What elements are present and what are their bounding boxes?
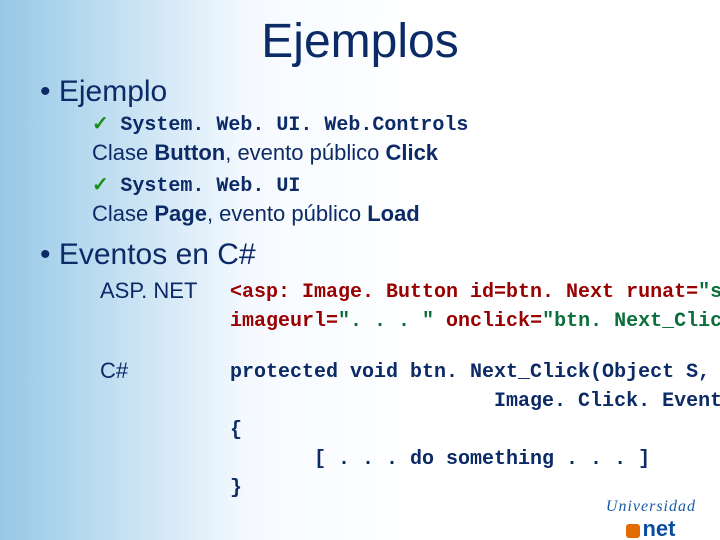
- logo-dotnet: Universidad net: [606, 498, 696, 540]
- check-icon: ✓: [92, 174, 109, 196]
- row-aspnet: ASP. NET <asp: Image. Button id=btn. Nex…: [100, 278, 720, 336]
- desc-pre: Clase: [92, 140, 154, 165]
- code-csharp: protected void btn. Next_Click(Object S,…: [230, 358, 720, 503]
- row-csharp: C# protected void btn. Next_Click(Object…: [100, 358, 720, 503]
- label-csharp: C#: [100, 358, 230, 384]
- check-icon: ✓: [92, 113, 109, 135]
- desc-mid: , evento público: [207, 201, 367, 226]
- desc-mid: , evento público: [225, 140, 385, 165]
- code-webui: System. Web. UI: [120, 175, 300, 198]
- event-load: Load: [367, 201, 420, 226]
- code-aspnet: <asp: Image. Button id=btn. Next runat="…: [230, 278, 720, 336]
- event-click: Click: [385, 140, 438, 165]
- code-webcontrols: System. Web. UI. Web.Controls: [120, 114, 468, 137]
- sub-webcontrols: ✓ System. Web. UI. Web.Controls Clase Bu…: [92, 111, 720, 168]
- bullet-eventos: Eventos en C#: [40, 238, 720, 272]
- class-button: Button: [154, 140, 225, 165]
- logo-net: net: [642, 516, 675, 540]
- label-aspnet: ASP. NET: [100, 278, 230, 304]
- dot-icon: [626, 524, 640, 538]
- bullet-ejemplo: Ejemplo: [40, 75, 720, 109]
- desc-pre: Clase: [92, 201, 154, 226]
- sub-webui: ✓ System. Web. UI Clase Page, evento púb…: [92, 172, 720, 229]
- logo-university: Universidad: [606, 498, 696, 516]
- class-page: Page: [154, 201, 207, 226]
- slide-title: Ejemplos: [0, 14, 720, 69]
